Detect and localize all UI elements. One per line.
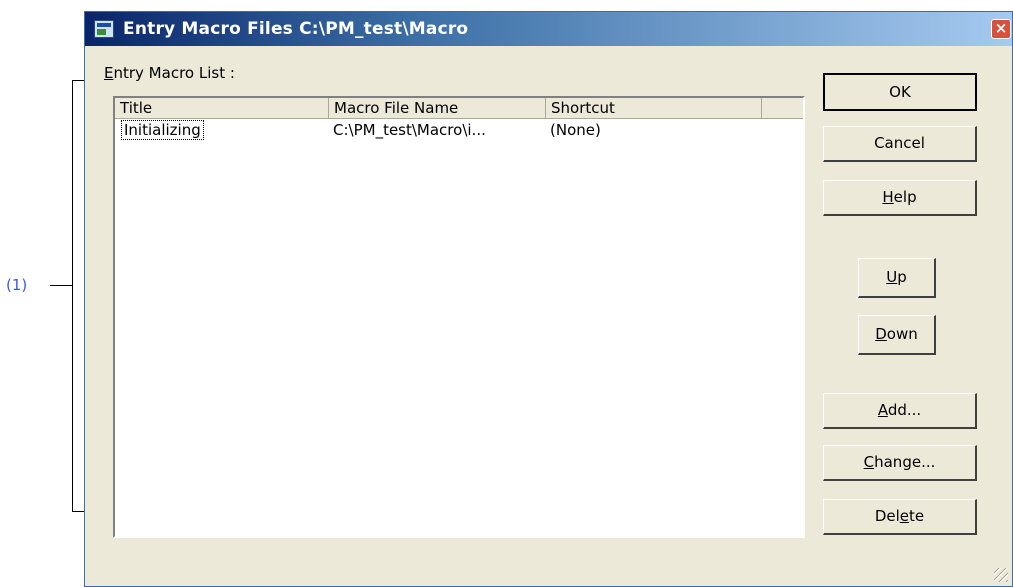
app-icon	[94, 20, 114, 38]
entry-macro-list[interactable]: Title Macro File Name Shortcut Initializ…	[113, 96, 805, 538]
column-header-macro-file-name[interactable]: Macro File Name	[329, 98, 546, 118]
focused-title-text: Initializing	[121, 120, 204, 140]
up-label: p	[897, 268, 907, 286]
column-header-shortcut[interactable]: Shortcut	[546, 98, 762, 118]
window-title: Entry Macro Files C:\PM_test\Macro	[123, 19, 469, 39]
entry-macro-files-dialog: Entry Macro Files C:\PM_test\Macro × Ent…	[84, 11, 1013, 587]
column-header-filler	[762, 98, 803, 118]
down-button[interactable]: Down	[858, 315, 936, 355]
delete-button[interactable]: Delete	[823, 499, 977, 535]
help-label: elp	[893, 188, 917, 206]
cell-shortcut: (None)	[550, 121, 601, 139]
help-button[interactable]: Help	[823, 180, 977, 216]
up-mnemonic: U	[886, 268, 898, 286]
list-item[interactable]: Initializing C:\PM_test\Macro\i... (None…	[115, 120, 803, 140]
down-label: own	[886, 325, 918, 343]
delete-label-suffix: te	[909, 507, 925, 525]
close-icon: ×	[994, 19, 1008, 37]
up-button[interactable]: Up	[858, 258, 936, 298]
cancel-button[interactable]: Cancel	[823, 126, 977, 162]
annotation-leader-line	[50, 285, 72, 286]
label-text: ntry Macro List :	[113, 64, 235, 82]
column-header-title[interactable]: Title	[115, 98, 329, 118]
annotation-label: (1)	[6, 276, 28, 294]
add-button[interactable]: Add...	[823, 393, 977, 429]
cell-title: Initializing	[117, 120, 329, 140]
help-mnemonic: H	[882, 188, 894, 206]
change-label: hange...	[874, 453, 936, 471]
entry-macro-list-label: Entry Macro List :	[104, 64, 235, 82]
delete-mnemonic: e	[899, 507, 910, 525]
down-mnemonic: D	[875, 325, 887, 343]
change-button[interactable]: Change...	[823, 445, 977, 481]
cell-macro-file-name: C:\PM_test\Macro\i...	[333, 121, 486, 139]
title-bar[interactable]: Entry Macro Files C:\PM_test\Macro ×	[85, 12, 1012, 46]
add-label: dd...	[887, 401, 922, 419]
add-mnemonic: A	[877, 401, 888, 419]
resize-grip[interactable]	[994, 568, 1008, 582]
delete-label-prefix: Del	[874, 507, 900, 525]
ok-button[interactable]: OK	[823, 73, 977, 111]
list-header: Title Macro File Name Shortcut	[115, 98, 803, 119]
close-button[interactable]: ×	[991, 19, 1011, 39]
change-mnemonic: C	[863, 453, 875, 471]
